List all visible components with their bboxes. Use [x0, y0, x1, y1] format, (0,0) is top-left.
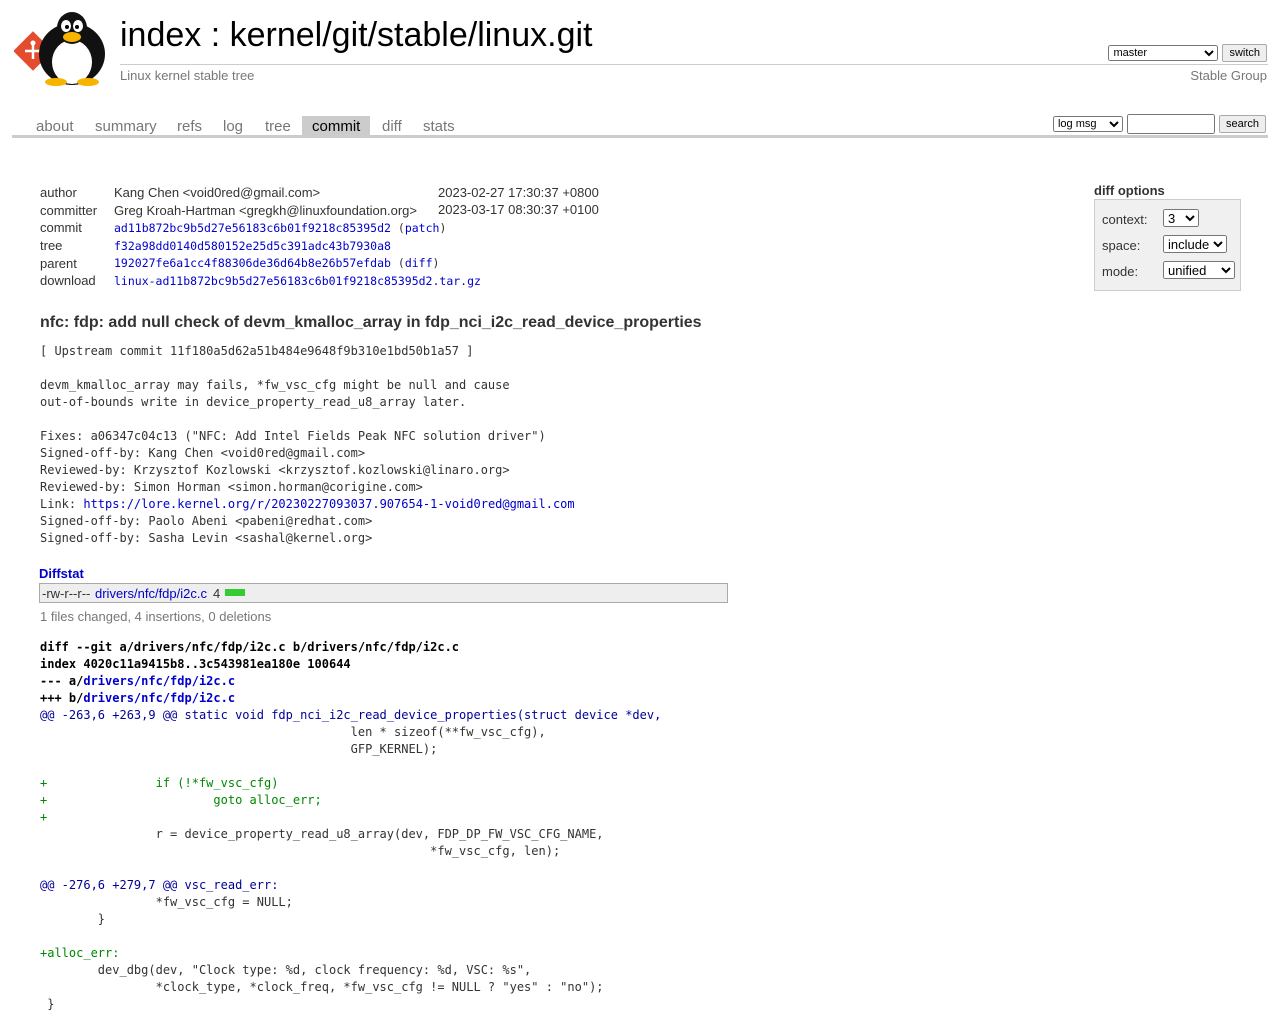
author-date: 2023-02-27 17:30:37 +0800 — [438, 185, 599, 200]
commit-subject: nfc: fdp: add null check of devm_kmalloc… — [40, 314, 702, 331]
tab-tree[interactable]: tree — [255, 116, 301, 136]
diff-options-panel: context: 3 space: include mode: unified — [1094, 199, 1241, 291]
diff-added-line: + goto alloc_err; — [40, 793, 322, 807]
tab-summary[interactable]: summary — [85, 116, 167, 136]
commit-info-table: author Kang Chen <void0red@gmail.com> co… — [40, 184, 481, 290]
diff-minus-prefix: --- a/ — [40, 674, 84, 688]
commit-message-body: [ Upstream commit 11f180a5d62a51b484e964… — [40, 344, 546, 511]
commit-message-trailer: Signed-off-by: Paolo Abeni <pabeni@redha… — [40, 514, 373, 545]
context-select[interactable]: 3 — [1163, 209, 1199, 227]
search-input[interactable] — [1126, 114, 1215, 134]
diff-minus-line: --- a/drivers/nfc/fdp/i2c.c — [40, 673, 661, 690]
tab-refs[interactable]: refs — [167, 116, 212, 136]
diff-context-line: } — [40, 997, 55, 1011]
author-value: Kang Chen <void0red@gmail.com> — [114, 185, 321, 201]
mode-label: mode: — [1102, 264, 1139, 279]
diffstat-changes: 4 — [213, 586, 221, 601]
cgit-logo[interactable] — [13, 10, 110, 86]
mode-select[interactable]: unified — [1163, 261, 1235, 279]
diff-options-title: diff options — [1094, 183, 1165, 198]
parent-row: parent 192027fe6a1cc4f88306de36d64b8e26b… — [40, 255, 440, 271]
download-tarball-link[interactable]: linux-ad11b872bc9b5d27e56183c6b01f9218c8… — [114, 274, 481, 288]
parent-label: parent — [40, 255, 77, 271]
diff-body: @@ -263,6 +263,9 @@ static void fdp_nci_… — [40, 707, 661, 1013]
committer-value: Greg Kroah-Hartman <gregkh@linuxfoundati… — [114, 202, 417, 218]
download-row: download linux-ad11b872bc9b5d27e56183c6b… — [40, 272, 481, 290]
diff-context-line: *clock_type, *clock_freq, *fw_vsc_cfg !=… — [40, 980, 604, 994]
diffstat-summary: 1 files changed, 4 insertions, 0 deletio… — [40, 609, 272, 624]
diff-context-line: r = device_property_read_u8_array(dev, F… — [40, 827, 604, 841]
diffstat-bar — [225, 589, 245, 596]
branch-switch-form: master switch — [1108, 44, 1267, 62]
diffstat-title[interactable]: Diffstat — [39, 566, 84, 581]
diffstat-file-link[interactable]: drivers/nfc/fdp/i2c.c — [95, 586, 207, 601]
diffstat-table: -rw-r--r-- drivers/nfc/fdp/i2c.c 4 — [39, 583, 728, 603]
tux-penguin-icon — [39, 12, 105, 86]
diff-context-line: len * sizeof(**fw_vsc_cfg), — [40, 725, 546, 739]
file-mode: -rw-r--r-- — [42, 586, 91, 601]
diff-context-line — [40, 928, 661, 945]
diff-added-line: +alloc_err: — [40, 946, 120, 960]
diff-hunk-header: @@ -263,6 +263,9 @@ static void fdp_nci_… — [40, 708, 662, 722]
parent-diff-link[interactable]: diff — [405, 256, 433, 270]
title-separator: : — [201, 16, 230, 54]
committer-row: committer Greg Kroah-Hartman <gregkh@lin… — [40, 202, 481, 220]
tab-diff[interactable]: diff — [372, 116, 412, 136]
diff-context-line — [40, 758, 661, 775]
repo-owner: Stable Group — [1190, 68, 1267, 83]
space-select[interactable]: include — [1163, 235, 1227, 253]
tab-about[interactable]: about — [26, 116, 84, 136]
index-link[interactable]: index — [120, 16, 201, 54]
commit-row: commit ad11b872bc9b5d27e56183c6b01f9218c… — [40, 220, 447, 236]
patch-link[interactable]: patch — [405, 221, 440, 235]
lore-link[interactable]: https://lore.kernel.org/r/20230227093037… — [83, 497, 574, 511]
diff-context-line — [40, 860, 661, 877]
switch-button[interactable]: switch — [1222, 44, 1267, 62]
tab-stats[interactable]: stats — [413, 116, 465, 136]
diff-context-line: dev_dbg(dev, "Clock type: %d, clock freq… — [40, 963, 532, 977]
space-label: space: — [1102, 238, 1141, 253]
search-button[interactable]: search — [1218, 115, 1266, 133]
diff-plus-line: +++ b/drivers/nfc/fdp/i2c.c — [40, 690, 661, 707]
diff-hunk-header: @@ -276,6 +279,7 @@ vsc_read_err: — [40, 878, 279, 892]
header-divider — [120, 64, 1268, 65]
author-row: author Kang Chen <void0red@gmail.com> — [40, 184, 481, 202]
diff-minus-file-link[interactable]: drivers/nfc/fdp/i2c.c — [83, 674, 235, 688]
search-form: log msg search — [1052, 114, 1266, 134]
commit-hash-link[interactable]: ad11b872bc9b5d27e56183c6b01f9218c85395d2 — [114, 221, 391, 235]
commit-label: commit — [40, 220, 82, 236]
tab-log[interactable]: log — [213, 116, 253, 136]
diff-context-line: } — [40, 912, 106, 926]
diff-view: diff --git a/drivers/nfc/fdp/i2c.c b/dri… — [40, 639, 661, 1013]
repo-description: Linux kernel stable tree — [120, 68, 255, 83]
diff-plus-file-link[interactable]: drivers/nfc/fdp/i2c.c — [83, 691, 235, 705]
author-label: author — [40, 185, 77, 201]
diff-git-line: diff --git a/drivers/nfc/fdp/i2c.c b/dri… — [40, 640, 460, 654]
search-scope-select[interactable]: log msg — [1052, 116, 1123, 132]
committer-label: committer — [40, 202, 98, 218]
diff-index-line: index 4020c11a9415b8..3c543981ea180e 100… — [40, 657, 351, 671]
download-label: download — [40, 273, 96, 289]
tree-hash-link[interactable]: f32a98dd0140d580152e25d5c391adc43b7930a8 — [114, 239, 391, 253]
commit-message: [ Upstream commit 11f180a5d62a51b484e964… — [40, 343, 575, 547]
committer-date: 2023-03-17 08:30:37 +0100 — [438, 202, 599, 217]
diff-added-line: + — [40, 810, 48, 824]
tab-commit[interactable]: commit — [302, 116, 371, 136]
page-title: index : kernel/git/stable/linux.git — [120, 16, 593, 55]
tree-label: tree — [40, 238, 63, 254]
branch-select[interactable]: master — [1108, 45, 1219, 61]
diff-context-line: *fw_vsc_cfg = NULL; — [40, 895, 293, 909]
parent-hash-link[interactable]: 192027fe6a1cc4f88306de36d64b8e26b57efdab — [114, 256, 391, 270]
tree-row: tree f32a98dd0140d580152e25d5c391adc43b7… — [40, 237, 481, 255]
diff-context-line: GFP_KERNEL); — [40, 742, 438, 756]
repo-link[interactable]: kernel/git/stable/linux.git — [230, 16, 593, 54]
diff-plus-prefix: +++ b/ — [40, 691, 84, 705]
diff-context-line: *fw_vsc_cfg, len); — [40, 844, 561, 858]
diff-added-line: + if (!*fw_vsc_cfg) — [40, 776, 279, 790]
context-label: context: — [1102, 212, 1148, 227]
